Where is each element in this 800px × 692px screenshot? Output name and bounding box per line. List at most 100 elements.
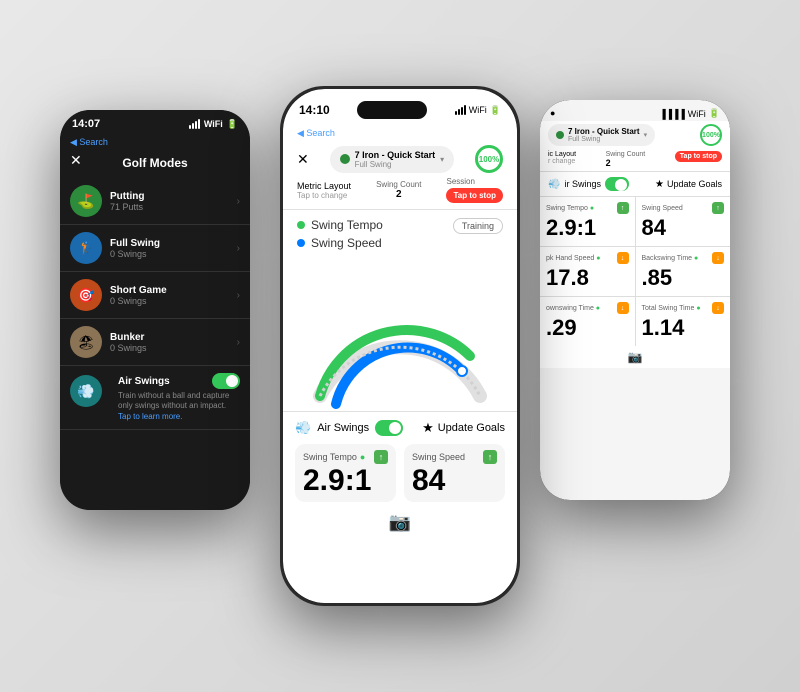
right-progress-circle: 100% xyxy=(700,124,722,146)
right-club-dot xyxy=(556,131,564,139)
center-arc-wrapper xyxy=(297,256,503,411)
right-session-col: Tap to stop xyxy=(675,151,722,168)
airswings-desc: Train without a ball and capture only sw… xyxy=(118,391,240,422)
fullswing-text: Full Swing 0 Swings xyxy=(110,238,237,259)
airswings-name: Air Swings xyxy=(118,376,170,387)
fullswing-chevron: › xyxy=(237,243,240,254)
mode-fullswing[interactable]: 🏌 Full Swing 0 Swings › xyxy=(60,225,250,272)
right-club-info: 7 Iron - Quick Start Full Swing xyxy=(568,127,640,143)
right-cell-4-arrow: ↓ xyxy=(617,302,629,314)
bunker-text: Bunker 0 Swings xyxy=(110,332,237,353)
right-cell-3-name: Backswing Time ● xyxy=(642,255,699,262)
center-wifi-icon: WiFi xyxy=(469,105,487,115)
putting-count: 71 Putts xyxy=(110,202,237,212)
putting-name: Putting xyxy=(110,191,237,202)
fullswing-icon: 🏌 xyxy=(70,232,102,264)
center-camera-icon[interactable]: 📷 xyxy=(389,512,411,533)
left-phone: 14:07 WiFi 🔋 ◀ Search ✕ Golf Modes xyxy=(60,110,250,510)
mode-putting[interactable]: ⛳ Putting 71 Putts › xyxy=(60,178,250,225)
right-camera-icon: 📷 xyxy=(628,350,643,364)
right-cell-0-name: Swing Tempo ● xyxy=(546,205,594,212)
right-air-row: 💨 ir Swings ★ Update Goals xyxy=(540,172,730,197)
center-session-label: Session xyxy=(446,177,503,186)
shortgame-name: Short Game xyxy=(110,285,237,296)
right-cell-0-value: 2.9:1 xyxy=(546,215,629,241)
center-update-goals[interactable]: ★ Update Goals xyxy=(422,420,505,436)
mode-list: ⛳ Putting 71 Putts › 🏌 Full Swing 0 Swin… xyxy=(60,178,250,430)
center-air-label: Air Swings xyxy=(317,422,369,434)
golf-modes-title: Golf Modes xyxy=(122,156,187,170)
right-cell-5: Total Swing Time ● ↓ 1.14 xyxy=(636,297,731,346)
right-cell-1-arrow: ↑ xyxy=(712,202,724,214)
right-cell-0: Swing Tempo ● ↑ 2.9:1 xyxy=(540,197,635,246)
right-metric-grid: Swing Tempo ● ↑ 2.9:1 Swing Speed ↑ 84 p… xyxy=(540,197,730,346)
right-camera: 📷 xyxy=(540,346,730,368)
right-metric-layout-label: ic Layout xyxy=(548,151,576,158)
putting-icon: ⛳ xyxy=(70,185,102,217)
shortgame-text: Short Game 0 Swings xyxy=(110,285,237,306)
center-air-swings-left: 💨 Air Swings xyxy=(295,420,403,436)
right-chevron-down-icon: ▾ xyxy=(644,131,648,139)
airswings-icon: 💨 xyxy=(70,375,102,407)
close-btn-left[interactable]: ✕ xyxy=(70,152,82,169)
back-search-left[interactable]: ◀ Search xyxy=(70,137,108,147)
mode-shortgame[interactable]: 🎯 Short Game 0 Swings › xyxy=(60,272,250,319)
center-tap-to-stop[interactable]: Tap to stop xyxy=(446,188,503,203)
right-update-goals[interactable]: ★ Update Goals xyxy=(655,179,722,190)
right-club-row: 7 Iron - Quick Start Full Swing ▾ 100% xyxy=(540,121,730,149)
center-time: 14:10 xyxy=(299,103,330,117)
right-metrics-bar: ic Layout r change Swing Count 2 Tap to … xyxy=(540,149,730,172)
bunker-icon: 🏖 xyxy=(70,326,102,358)
center-screen: 14:10 WiFi 🔋 ◀ Search ✕ xyxy=(283,89,517,603)
center-metric-cards: Swing Tempo ● ↑ 2.9:1 Swing Speed ↑ 84 xyxy=(295,444,505,502)
right-club-selector[interactable]: 7 Iron - Quick Start Full Swing ▾ xyxy=(548,124,655,146)
left-time: 14:07 xyxy=(72,118,100,130)
center-club-dot xyxy=(340,154,350,164)
right-air-toggle[interactable] xyxy=(605,177,629,191)
center-card-tempo-header: Swing Tempo ● ↑ xyxy=(303,450,388,464)
airswings-toggle[interactable] xyxy=(212,373,240,389)
left-screen: 14:07 WiFi 🔋 ◀ Search ✕ Golf Modes xyxy=(60,110,250,510)
right-cell-1-value: 84 xyxy=(642,215,725,241)
center-back-row: ◀ Search xyxy=(283,123,517,143)
center-swingcount-col: Swing Count 2 xyxy=(376,180,421,200)
center-card-tempo-title: Swing Tempo ● xyxy=(303,452,365,462)
center-arc-label-speed: Swing Speed xyxy=(297,236,503,250)
right-screen: ● ▐▐▐▐ WiFi 🔋 7 Iron - Quick Start Full … xyxy=(540,100,730,500)
airswings-tap-link[interactable]: Tap to learn more. xyxy=(118,412,182,421)
right-cell-3-value: .85 xyxy=(642,265,725,291)
right-cell-2-arrow: ↓ xyxy=(617,252,629,264)
center-card-speed-title: Swing Speed xyxy=(412,452,465,462)
center-chevron-down-icon: ▾ xyxy=(440,155,444,164)
center-close-btn[interactable]: ✕ xyxy=(297,151,309,168)
tempo-dot-icon xyxy=(297,221,305,229)
center-club-sub: Full Swing xyxy=(355,160,436,169)
battery-icon-left: 🔋 xyxy=(227,119,238,130)
mode-bunker[interactable]: 🏖 Bunker 0 Swings › xyxy=(60,319,250,366)
center-status-bar: 14:10 WiFi 🔋 xyxy=(283,89,517,123)
right-coords: ● xyxy=(550,108,555,119)
center-club-text: 7 Iron - Quick Start Full Swing xyxy=(355,150,436,169)
center-card-speed: Swing Speed ↑ 84 xyxy=(404,444,505,502)
right-cell-4-value: .29 xyxy=(546,315,629,341)
tempo-green-dot-icon: ● xyxy=(360,452,365,462)
right-tap-to-stop[interactable]: Tap to stop xyxy=(675,151,722,162)
fullswing-count: 0 Swings xyxy=(110,249,237,259)
bunker-name: Bunker xyxy=(110,332,237,343)
center-training-badge[interactable]: Training xyxy=(453,218,503,234)
wifi-icon-left: WiFi xyxy=(204,119,223,129)
center-metric-layout-col[interactable]: Metric Layout Tap to change xyxy=(297,181,351,200)
right-tap-change: r change xyxy=(548,158,576,165)
center-update-goals-label: Update Goals xyxy=(438,422,505,434)
center-dynamic-island xyxy=(357,101,427,119)
center-swingcount-label: Swing Count xyxy=(376,180,421,189)
center-club-name: 7 Iron - Quick Start xyxy=(355,150,436,160)
right-cell-2: pk Hand Speed ● ↓ 17.8 xyxy=(540,247,635,296)
right-cell-4-name: ownswing Time ● xyxy=(546,305,600,312)
center-phone: 14:10 WiFi 🔋 ◀ Search ✕ xyxy=(280,86,520,606)
center-air-toggle[interactable] xyxy=(375,420,403,436)
shortgame-icon: 🎯 xyxy=(70,279,102,311)
center-back-search[interactable]: ◀ Search xyxy=(297,128,335,138)
center-club-selector[interactable]: 7 Iron - Quick Start Full Swing ▾ xyxy=(330,146,455,173)
right-cell-5-value: 1.14 xyxy=(642,315,725,341)
